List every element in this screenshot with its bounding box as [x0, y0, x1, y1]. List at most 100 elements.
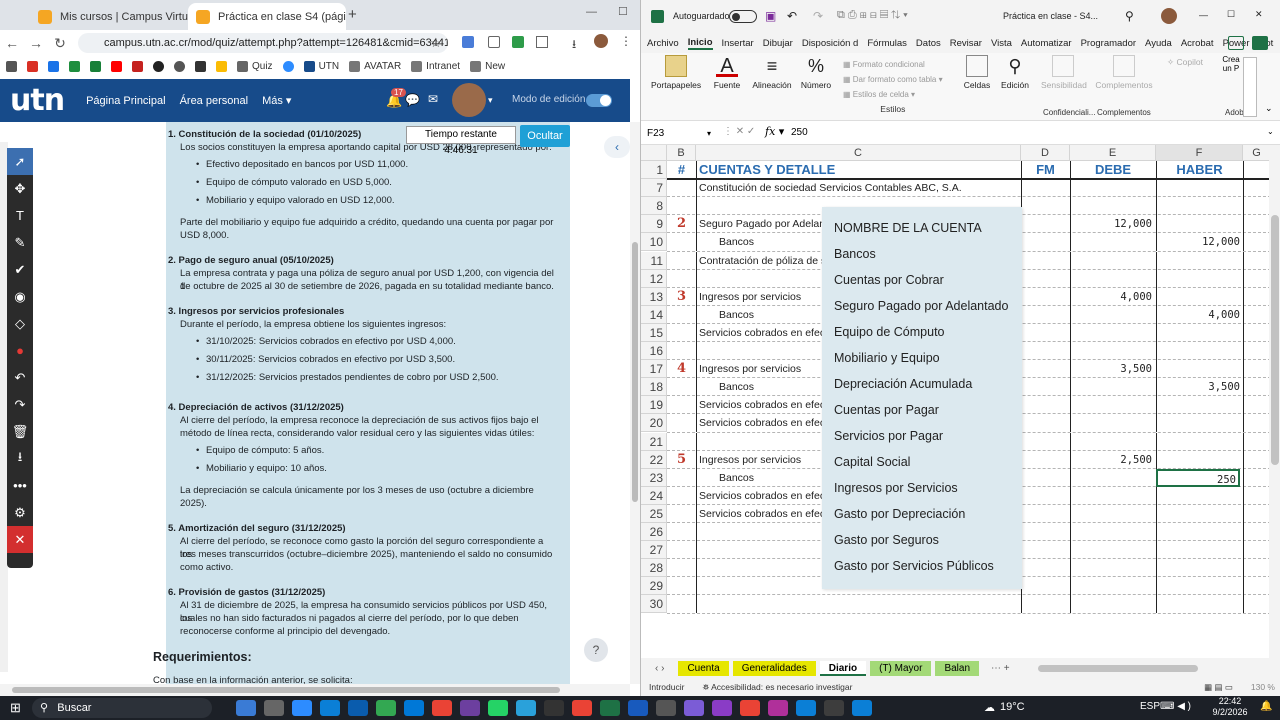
row-header[interactable]: 14 [641, 305, 667, 324]
cell-debe[interactable] [1070, 433, 1152, 451]
minimize-icon[interactable]: — [1199, 10, 1208, 20]
ribbon-tab-automatizar[interactable]: Automatizar [1021, 38, 1072, 49]
chrome-icon[interactable] [740, 700, 760, 716]
row-header[interactable]: 27 [641, 541, 667, 560]
cell-debe[interactable] [1070, 179, 1152, 197]
cell-debe[interactable]: 3,500 [1070, 360, 1152, 378]
excel-taskbar-icon[interactable] [600, 700, 620, 716]
cell-haber[interactable] [1156, 197, 1240, 215]
cell-haber[interactable] [1156, 360, 1240, 378]
eraser-tool-icon[interactable]: ◇ [7, 310, 33, 337]
cell-haber[interactable] [1156, 342, 1240, 360]
app-icon[interactable] [684, 700, 704, 716]
messages-icon[interactable]: 💬 [405, 93, 420, 107]
row-header[interactable]: 10 [641, 233, 667, 252]
entry-number[interactable] [667, 414, 696, 432]
cell-haber[interactable] [1156, 414, 1240, 432]
dropdown-option[interactable]: Mobiliario y Equipo [822, 345, 1022, 371]
youtube-icon[interactable] [111, 61, 122, 72]
nav-pagina-principal[interactable]: Página Principal [86, 95, 166, 107]
complementos-button[interactable]: Complementos [1093, 55, 1155, 90]
help-button[interactable]: ? [584, 638, 608, 662]
header-cuentas-detalle[interactable]: CUENTAS Y DETALLE [699, 161, 1019, 179]
cell-haber[interactable] [1156, 577, 1240, 595]
entry-number[interactable] [667, 559, 696, 577]
document-title[interactable]: Práctica en clase - S4... [1003, 11, 1098, 21]
check-tool-icon[interactable]: ✔ [7, 256, 33, 283]
cancel-entry-icon[interactable]: ⋮ ✕ ✓ [723, 126, 755, 137]
settings-icon[interactable]: ⚙ [7, 499, 33, 526]
ribbon-tab-f-rmulas[interactable]: Fórmulas [867, 38, 907, 49]
cell-debe[interactable] [1070, 252, 1152, 270]
sheet-nav-arrows[interactable]: ‹ › [655, 663, 664, 674]
hide-timer-button[interactable]: Ocultar [520, 125, 570, 147]
ribbon-tab-vista[interactable]: Vista [991, 38, 1012, 49]
cell-haber[interactable] [1156, 396, 1240, 414]
dropdown-option[interactable]: Gasto por Seguros [822, 527, 1022, 553]
entry-number[interactable] [667, 433, 696, 451]
entry-number[interactable]: 4 [667, 360, 696, 378]
row-header[interactable]: 11 [641, 251, 667, 270]
cell-haber[interactable] [1156, 324, 1240, 342]
cell-debe[interactable]: 12,000 [1070, 215, 1152, 233]
cell-haber[interactable] [1156, 179, 1240, 197]
bookmark-dark-icon[interactable] [153, 61, 164, 72]
text-tool-icon[interactable]: T [7, 202, 33, 229]
entry-number[interactable] [667, 252, 696, 270]
app-icon[interactable] [852, 700, 872, 716]
ribbon-tab-insertar[interactable]: Insertar [722, 38, 754, 49]
cell-haber[interactable] [1156, 288, 1240, 306]
fuente-group[interactable]: A Fuente [707, 55, 747, 90]
save-download-icon[interactable]: ⭳ [7, 445, 33, 472]
cell-debe[interactable] [1070, 577, 1152, 595]
dropdown-option[interactable]: Depreciación Acumulada [822, 371, 1022, 397]
horizontal-scrollbar[interactable] [0, 684, 630, 696]
ribbon-tab-datos[interactable]: Datos [916, 38, 941, 49]
ribbon-tab-inicio[interactable]: Inicio [687, 37, 713, 50]
utn-logo[interactable]: utn [10, 83, 65, 118]
header-fm[interactable]: FM [1021, 161, 1070, 179]
row-header[interactable]: 15 [641, 323, 667, 342]
ribbon-tab-disposici-n-d[interactable]: Disposición d [802, 38, 859, 49]
share-icon[interactable] [1252, 36, 1268, 50]
active-cell-f23[interactable]: 250 [1156, 468, 1240, 487]
move-tool-icon[interactable]: ✥ [7, 175, 33, 202]
column-header-c[interactable]: C [696, 145, 1021, 161]
comments-icon[interactable] [1228, 36, 1244, 50]
profile-avatar[interactable] [594, 34, 608, 48]
translate-icon[interactable] [462, 36, 474, 48]
copilot-button[interactable]: ✧ Copilot [1167, 57, 1203, 68]
app-icon[interactable] [460, 700, 480, 716]
entry-number[interactable] [667, 469, 696, 487]
dropdown-option[interactable]: Gasto por Depreciación [822, 501, 1022, 527]
cell-haber[interactable] [1156, 559, 1240, 577]
column-header-g[interactable]: G [1243, 145, 1271, 161]
cell-debe[interactable] [1070, 595, 1152, 613]
dar-formato-tabla-button[interactable]: ▦ Dar formato como tabla ▾ [843, 72, 943, 87]
cell-haber[interactable] [1156, 541, 1240, 559]
cell-debe[interactable] [1070, 270, 1152, 288]
cell-debe[interactable] [1070, 487, 1152, 505]
celdas-group[interactable]: Celdas [961, 55, 993, 90]
language-indicator[interactable]: ESP [1140, 701, 1160, 712]
entry-number[interactable] [667, 342, 696, 360]
ribbon-tab-revisar[interactable]: Revisar [950, 38, 982, 49]
entry-number[interactable] [667, 523, 696, 541]
autosave-toggle[interactable] [729, 10, 757, 23]
app-icon[interactable] [768, 700, 788, 716]
cell-debe[interactable] [1070, 469, 1152, 487]
spotlight-tool-icon[interactable]: ◉ [7, 283, 33, 310]
entry-number[interactable] [667, 505, 696, 523]
app-icon[interactable] [376, 700, 396, 716]
color-picker-icon[interactable]: ● [7, 337, 33, 364]
bookmark-star-icon[interactable]: ☆ [430, 35, 442, 51]
cell-debe[interactable] [1070, 541, 1152, 559]
row-header[interactable]: 22 [641, 450, 667, 469]
ribbon-tab-archivo[interactable]: Archivo [647, 38, 679, 49]
dropdown-option[interactable]: Ingresos por Servicios [822, 475, 1022, 501]
menu-kebab-icon[interactable]: ⋮ [620, 34, 632, 48]
ribbon-tab-dibujar[interactable]: Dibujar [763, 38, 793, 49]
clock[interactable]: 22:42 9/2/2026 [1208, 696, 1252, 718]
app-icon[interactable] [796, 700, 816, 716]
cell-haber[interactable] [1156, 451, 1240, 469]
